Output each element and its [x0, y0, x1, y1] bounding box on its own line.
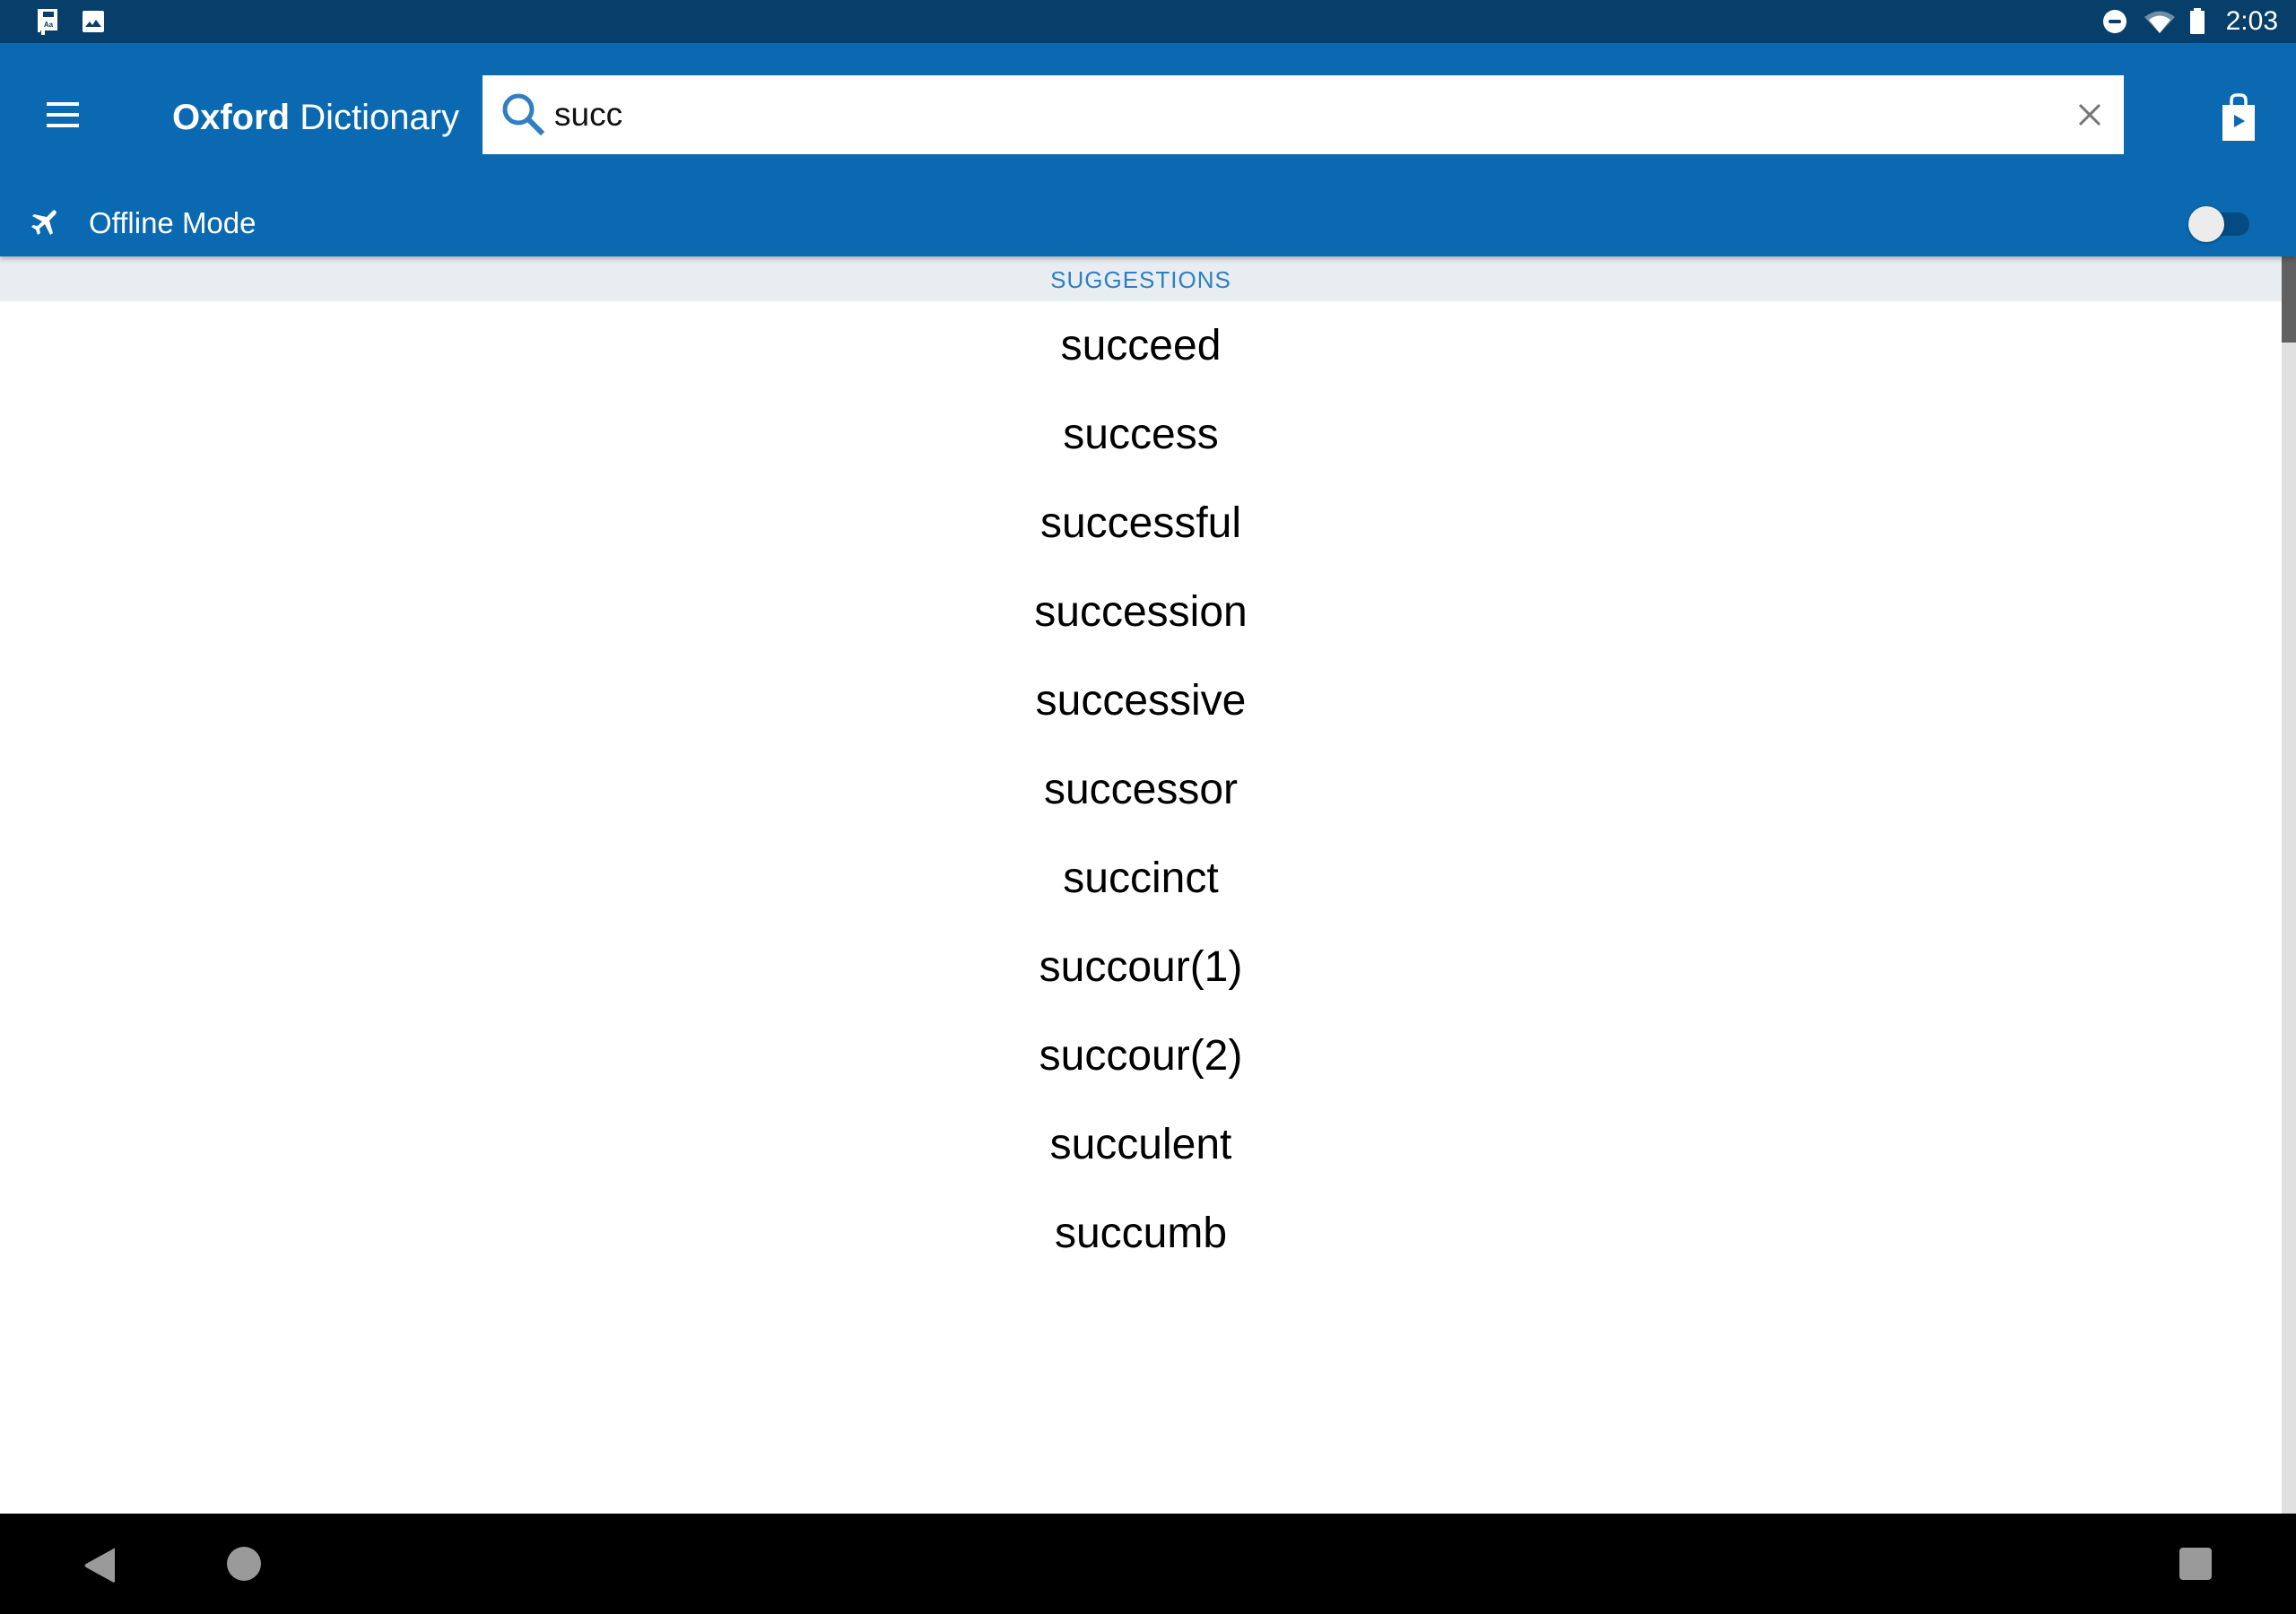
wifi-icon [2144, 11, 2175, 33]
app-bar: Oxford Dictionary Offline Mode [0, 43, 2296, 256]
navigation-bar [0, 1514, 2296, 1614]
suggestion-item[interactable]: succeed [0, 301, 2282, 390]
suggestion-item[interactable]: succulent [0, 1100, 2282, 1189]
back-button[interactable] [81, 1546, 120, 1585]
offline-mode-label: Offline Mode [89, 206, 257, 239]
play-store-bag-icon [2222, 93, 2255, 141]
home-button[interactable] [226, 1546, 262, 1582]
store-button[interactable] [2212, 90, 2266, 143]
offline-mode-row: Offline Mode [0, 194, 2296, 253]
suggestion-item[interactable]: success [0, 390, 2282, 479]
suggestion-item[interactable]: succumb [0, 1189, 2282, 1278]
image-icon [83, 11, 104, 32]
suggestions-header: SUGGESTIONS [0, 256, 2282, 301]
app-title-bold: Oxford [172, 98, 291, 137]
status-time: 2:03 [2225, 6, 2278, 36]
clear-search-button[interactable] [2068, 93, 2111, 136]
app-title-regular: Dictionary [290, 98, 460, 137]
recents-button[interactable] [2179, 1548, 2212, 1580]
close-icon [2078, 103, 2101, 126]
home-icon [227, 1547, 261, 1581]
suggestions-header-label: SUGGESTIONS [1050, 266, 1231, 293]
search-box[interactable] [483, 75, 2124, 154]
suggestion-item[interactable]: succinct [0, 834, 2282, 923]
suggestion-item[interactable]: succour(1) [0, 923, 2282, 1011]
battery-icon [2190, 8, 2205, 34]
suggestion-item[interactable]: successful [0, 479, 2282, 568]
airplane-icon [31, 210, 57, 235]
recents-icon [2179, 1548, 2212, 1580]
search-input[interactable] [554, 88, 2025, 142]
suggestion-item[interactable]: succour(2) [0, 1011, 2282, 1100]
scrollbar-thumb[interactable] [2282, 256, 2296, 343]
svg-text:Aa: Aa [44, 21, 54, 29]
status-bar: Aa 2:03 [0, 0, 2296, 43]
toggle-thumb [2188, 206, 2224, 242]
scrollbar[interactable] [2282, 256, 2296, 1514]
suggestion-item[interactable]: successor [0, 745, 2282, 834]
suggestion-item[interactable]: successive [0, 656, 2282, 745]
dictionary-app-icon: Aa [38, 9, 57, 35]
suggestion-item[interactable]: succession [0, 568, 2282, 656]
app-title: Oxford Dictionary [172, 95, 459, 140]
do-not-disturb-icon [2103, 10, 2126, 33]
menu-button[interactable] [36, 92, 90, 137]
offline-mode-toggle[interactable] [2188, 206, 2251, 242]
back-icon [84, 1548, 115, 1583]
suggestions-list: succeed success successful succession su… [0, 301, 2282, 1278]
search-icon [502, 93, 545, 136]
